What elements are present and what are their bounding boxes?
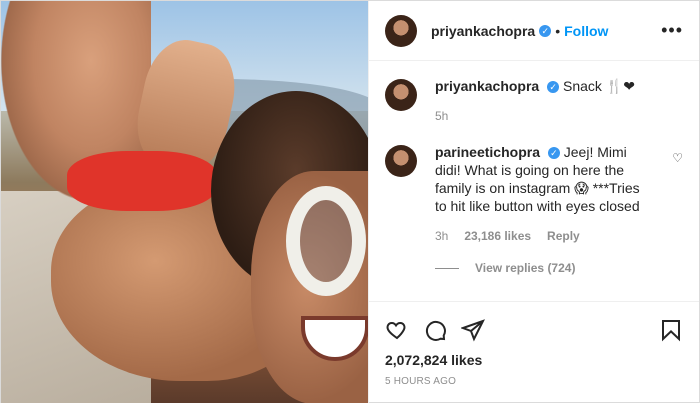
action-icons [385, 310, 683, 350]
post-header: priyankachopra ✓ • Follow ••• [368, 1, 699, 61]
comment-body: parineetichopra ✓ Jeej! Mimi didi! What … [435, 143, 653, 245]
photo-bikini [67, 151, 217, 211]
heart-icon[interactable] [385, 318, 409, 342]
caption-time[interactable]: 5h [435, 107, 448, 125]
author-avatar[interactable] [384, 14, 417, 47]
verified-badge-icon: ✓ [547, 81, 560, 94]
follow-button[interactable]: Follow [564, 23, 608, 39]
caption-meta: 5h [435, 107, 635, 125]
caption-username[interactable]: priyankachopra [435, 78, 539, 94]
comments-section: priyankachopra ✓ Snack 🍴❤ 5h parineetich… [369, 61, 699, 301]
post-photo[interactable] [1, 1, 368, 403]
comment-likes[interactable]: 23,186 likes [464, 227, 531, 245]
caption-avatar[interactable] [384, 79, 417, 111]
comment-time[interactable]: 3h [435, 227, 448, 245]
caption-text: Snack 🍴❤ [563, 78, 635, 94]
separator-dot: • [555, 22, 561, 39]
bookmark-icon[interactable] [659, 318, 683, 342]
post-likes[interactable]: 2,072,824 likes [385, 352, 683, 368]
replies-divider-line [434, 267, 459, 269]
view-replies-link[interactable]: View replies (724) [434, 261, 683, 275]
post-timestamp[interactable]: 5 HOURS AGO [385, 376, 683, 387]
comment-like-heart-icon[interactable]: ♡ [672, 151, 683, 245]
post-actions: 2,072,824 likes 5 HOURS AGO [368, 301, 699, 403]
caption-row: priyankachopra ✓ Snack 🍴❤ 5h [384, 77, 683, 125]
caption-body: priyankachopra ✓ Snack 🍴❤ 5h [435, 77, 635, 125]
comment-row: parineetichopra ✓ Jeej! Mimi didi! What … [384, 143, 683, 245]
share-icon[interactable] [460, 318, 485, 342]
author-username[interactable]: priyankachopra [431, 23, 535, 39]
post-side-panel: priyankachopra ✓ • Follow ••• priyankach… [367, 1, 699, 403]
comment-username[interactable]: parineetichopra [435, 144, 540, 160]
instagram-post: priyankachopra ✓ • Follow ••• priyankach… [0, 0, 700, 403]
comment-icon[interactable] [423, 318, 447, 342]
verified-badge-icon: ✓ [547, 147, 560, 160]
reply-button[interactable]: Reply [547, 227, 580, 245]
more-options-icon[interactable]: ••• [661, 20, 683, 41]
comment-avatar[interactable] [384, 145, 417, 177]
comment-meta: 3h 23,186 likes Reply [435, 227, 653, 245]
photo-sunglasses [286, 186, 366, 296]
verified-badge-icon: ✓ [539, 24, 552, 37]
view-replies-label[interactable]: View replies (724) [475, 261, 576, 275]
